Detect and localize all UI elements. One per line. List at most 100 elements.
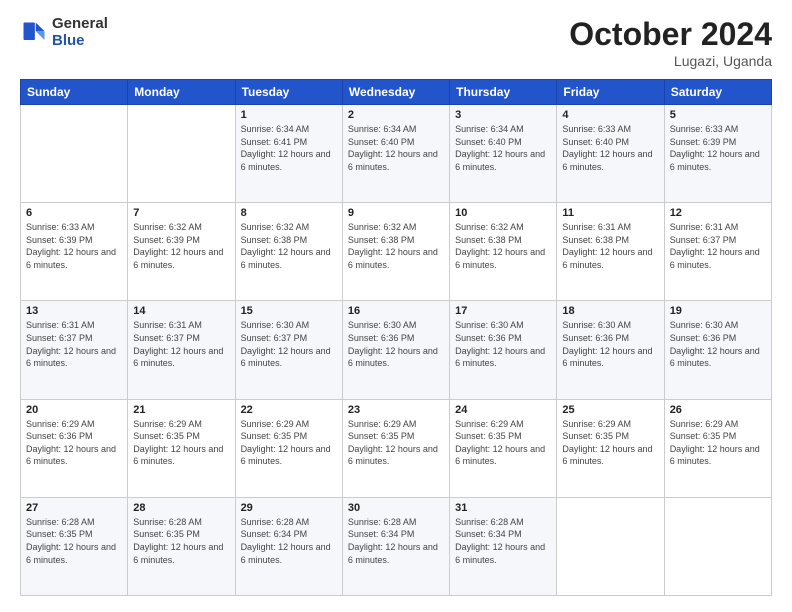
table-row [21,105,128,203]
table-row: 16 Sunrise: 6:30 AM Sunset: 6:36 PM Dayli… [342,301,449,399]
table-row: 13Sunrise: 6:31 AM Sunset: 6:37 PM Dayli… [21,301,128,399]
table-row: 1 Sunrise: 6:34 AM Sunset: 6:41 PM Daylig… [235,105,342,203]
day-number: 2 [348,109,444,121]
day-info: Sunrise: 6:31 AM Sunset: 6:38 PM Dayligh… [562,221,658,271]
day-info: Sunrise: 6:30 AM Sunset: 6:36 PM Dayligh… [348,319,444,369]
table-row: 18 Sunrise: 6:30 AM Sunset: 6:36 PM Dayli… [557,301,664,399]
day-info: Sunrise: 6:29 AM Sunset: 6:35 PM Dayligh… [562,418,658,468]
day-number: 26 [670,404,766,416]
day-number: 18 [562,305,658,317]
day-info: Sunrise: 6:29 AM Sunset: 6:35 PM Dayligh… [670,418,766,468]
logo-icon [20,19,48,47]
table-row: 9 Sunrise: 6:32 AM Sunset: 6:38 PM Daylig… [342,203,449,301]
day-info: Sunrise: 6:33 AM Sunset: 6:39 PM Dayligh… [26,221,122,271]
day-number: 9 [348,207,444,219]
location: Lugazi, Uganda [569,53,772,69]
day-number: 5 [670,109,766,121]
day-info: Sunrise: 6:29 AM Sunset: 6:35 PM Dayligh… [133,418,229,468]
day-info: Sunrise: 6:30 AM Sunset: 6:36 PM Dayligh… [562,319,658,369]
logo-blue: Blue [52,33,108,50]
day-info: Sunrise: 6:33 AM Sunset: 6:39 PM Dayligh… [670,123,766,173]
table-row: 19 Sunrise: 6:30 AM Sunset: 6:36 PM Dayli… [664,301,771,399]
table-row: 11 Sunrise: 6:31 AM Sunset: 6:38 PM Dayli… [557,203,664,301]
table-row: 27Sunrise: 6:28 AM Sunset: 6:35 PM Dayli… [21,497,128,595]
table-row: 17 Sunrise: 6:30 AM Sunset: 6:36 PM Dayli… [450,301,557,399]
table-row: 30 Sunrise: 6:28 AM Sunset: 6:34 PM Dayli… [342,497,449,595]
day-info: Sunrise: 6:28 AM Sunset: 6:34 PM Dayligh… [348,516,444,566]
table-row: 23Sunrise: 6:29 AM Sunset: 6:35 PM Dayli… [342,399,449,497]
day-number: 15 [241,305,337,317]
day-number: 19 [670,305,766,317]
weekday-header-row: Sunday Monday Tuesday Wednesday Thursday… [21,80,772,105]
day-info: Sunrise: 6:34 AM Sunset: 6:41 PM Dayligh… [241,123,337,173]
table-row: 29Sunrise: 6:28 AM Sunset: 6:34 PM Dayli… [235,497,342,595]
col-monday: Monday [128,80,235,105]
day-number: 16 [348,305,444,317]
day-info: Sunrise: 6:28 AM Sunset: 6:35 PM Dayligh… [26,516,122,566]
table-row: 24 Sunrise: 6:29 AM Sunset: 6:35 PM Dayli… [450,399,557,497]
table-row: 3Sunrise: 6:34 AM Sunset: 6:40 PM Daylig… [450,105,557,203]
day-number: 14 [133,305,229,317]
day-number: 10 [455,207,551,219]
table-row: 8Sunrise: 6:32 AM Sunset: 6:38 PM Daylig… [235,203,342,301]
day-number: 22 [241,404,337,416]
day-info: Sunrise: 6:33 AM Sunset: 6:40 PM Dayligh… [562,123,658,173]
day-number: 25 [562,404,658,416]
day-info: Sunrise: 6:32 AM Sunset: 6:38 PM Dayligh… [348,221,444,271]
table-row: 10Sunrise: 6:32 AM Sunset: 6:38 PM Dayli… [450,203,557,301]
day-info: Sunrise: 6:28 AM Sunset: 6:34 PM Dayligh… [455,516,551,566]
day-number: 7 [133,207,229,219]
day-info: Sunrise: 6:32 AM Sunset: 6:39 PM Dayligh… [133,221,229,271]
table-row: 26 Sunrise: 6:29 AM Sunset: 6:35 PM Dayli… [664,399,771,497]
col-sunday: Sunday [21,80,128,105]
day-info: Sunrise: 6:29 AM Sunset: 6:35 PM Dayligh… [241,418,337,468]
day-number: 4 [562,109,658,121]
day-number: 3 [455,109,551,121]
day-info: Sunrise: 6:34 AM Sunset: 6:40 PM Dayligh… [348,123,444,173]
table-row: 31 Sunrise: 6:28 AM Sunset: 6:34 PM Dayli… [450,497,557,595]
day-number: 13 [26,305,122,317]
table-row: 6 Sunrise: 6:33 AM Sunset: 6:39 PM Daylig… [21,203,128,301]
table-row: 20Sunrise: 6:29 AM Sunset: 6:36 PM Dayli… [21,399,128,497]
table-row: 28 Sunrise: 6:28 AM Sunset: 6:35 PM Dayli… [128,497,235,595]
day-number: 17 [455,305,551,317]
table-row [128,105,235,203]
day-number: 30 [348,502,444,514]
day-info: Sunrise: 6:30 AM Sunset: 6:36 PM Dayligh… [455,319,551,369]
day-info: Sunrise: 6:29 AM Sunset: 6:36 PM Dayligh… [26,418,122,468]
day-number: 29 [241,502,337,514]
day-info: Sunrise: 6:30 AM Sunset: 6:36 PM Dayligh… [670,319,766,369]
day-number: 31 [455,502,551,514]
calendar-week-4: 20Sunrise: 6:29 AM Sunset: 6:36 PM Dayli… [21,399,772,497]
calendar-week-3: 13 Sunrise: 6:31 AM Sunset: 6:37 PM Dayli… [21,301,772,399]
day-number: 1 [241,109,337,121]
day-number: 12 [670,207,766,219]
day-info: Sunrise: 6:31 AM Sunset: 6:37 PM Dayligh… [133,319,229,369]
table-row: 22 Sunrise: 6:29 AM Sunset: 6:35 PM Dayli… [235,399,342,497]
day-number: 24 [455,404,551,416]
table-row: 2 Sunrise: 6:34 AM Sunset: 6:40 PM Daylig… [342,105,449,203]
table-row: 25 Sunrise: 6:29 AM Sunset: 6:35 PM Dayli… [557,399,664,497]
table-row: 7 Sunrise: 6:32 AM Sunset: 6:39 PM Daylig… [128,203,235,301]
col-friday: Friday [557,80,664,105]
calendar-week-1: 1 Sunrise: 6:34 AM Sunset: 6:41 PM Daylig… [21,105,772,203]
col-thursday: Thursday [450,80,557,105]
day-number: 28 [133,502,229,514]
day-number: 8 [241,207,337,219]
col-saturday: Saturday [664,80,771,105]
logo-text: General Blue [52,16,108,49]
table-row: 12Sunrise: 6:31 AM Sunset: 6:37 PM Dayli… [664,203,771,301]
table-row: 15Sunrise: 6:30 AM Sunset: 6:37 PM Dayli… [235,301,342,399]
table-row: 14 Sunrise: 6:31 AM Sunset: 6:37 PM Dayli… [128,301,235,399]
table-row [557,497,664,595]
title-block: October 2024 Lugazi, Uganda [569,16,772,69]
day-number: 11 [562,207,658,219]
day-number: 6 [26,207,122,219]
col-tuesday: Tuesday [235,80,342,105]
header: General Blue October 2024 Lugazi, Uganda [20,16,772,69]
day-number: 21 [133,404,229,416]
day-info: Sunrise: 6:28 AM Sunset: 6:35 PM Dayligh… [133,516,229,566]
calendar-table: Sunday Monday Tuesday Wednesday Thursday… [20,79,772,596]
table-row [664,497,771,595]
day-info: Sunrise: 6:29 AM Sunset: 6:35 PM Dayligh… [455,418,551,468]
